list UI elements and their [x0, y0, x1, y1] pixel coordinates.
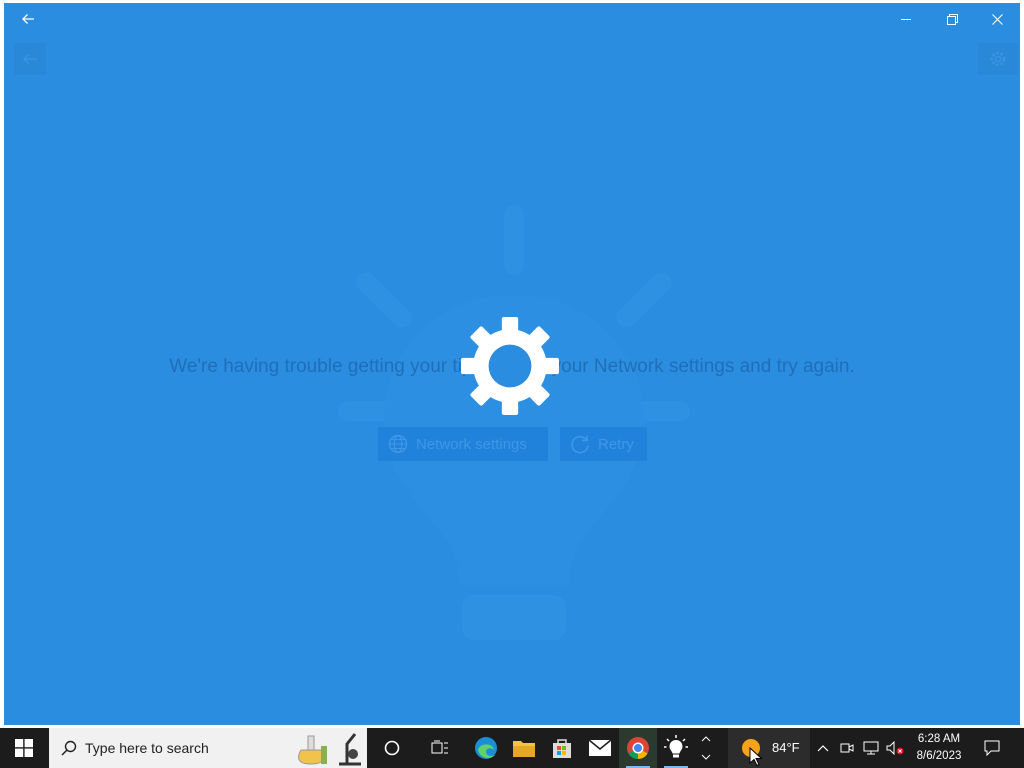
folder-icon	[513, 741, 535, 757]
taskbar: Type here to search 84°F 6:28 AM 8/6/202…	[0, 728, 1024, 768]
tips-app-window: We're having trouble getting your tips. …	[4, 3, 1020, 725]
restore-icon	[946, 13, 958, 25]
close-button[interactable]	[974, 3, 1020, 35]
lightbulb-icon	[664, 735, 688, 758]
meet-now-button[interactable]	[837, 728, 857, 768]
taskbar-chrome[interactable]	[619, 728, 657, 768]
weather-widget[interactable]: 84°F	[728, 728, 810, 768]
titlebar-back-button[interactable]	[6, 3, 50, 35]
titlebar	[4, 3, 1020, 35]
refresh-icon	[571, 435, 589, 454]
network-settings-label: Network settings	[416, 435, 527, 453]
clock-time: 6:28 AM	[917, 733, 961, 745]
network-settings-button[interactable]: Network settings	[378, 427, 548, 461]
app-content: We're having trouble getting your tips. …	[4, 35, 1020, 725]
chrome-icon	[627, 737, 649, 759]
retry-button[interactable]: Retry	[560, 427, 647, 461]
minimize-button[interactable]	[883, 3, 929, 35]
network-icon	[863, 741, 879, 755]
taskbar-mail[interactable]	[581, 728, 619, 768]
show-hidden-icons-button[interactable]	[813, 728, 833, 768]
nav-back-button[interactable]	[14, 43, 46, 75]
restore-button[interactable]	[929, 3, 975, 35]
chevron-down-icon	[701, 754, 711, 760]
volume-button[interactable]	[884, 728, 906, 768]
settings-icon	[990, 51, 1006, 67]
chevron-up-icon	[817, 745, 829, 752]
gear-icon	[461, 317, 559, 415]
minimize-icon	[901, 19, 911, 20]
mail-icon	[588, 739, 612, 756]
settings-button[interactable]	[978, 43, 1018, 75]
cortana-button[interactable]	[373, 728, 411, 768]
taskbar-file-explorer[interactable]	[505, 728, 543, 768]
close-icon	[991, 13, 1003, 25]
volume-muted-icon	[886, 741, 904, 755]
taskbar-edge[interactable]	[467, 728, 505, 768]
lightbulb-illustration	[338, 205, 690, 640]
taskbar-tips[interactable]	[657, 728, 695, 768]
action-center-button[interactable]	[978, 728, 1006, 768]
taskbar-scroll[interactable]	[697, 728, 715, 768]
notification-icon	[984, 740, 1000, 756]
retry-label: Retry	[598, 435, 634, 453]
taskbar-store[interactable]	[543, 728, 581, 768]
weather-temp: 84°F	[772, 740, 800, 755]
task-view-button[interactable]	[421, 728, 459, 768]
network-status-button[interactable]	[860, 728, 882, 768]
task-view-icon	[431, 740, 448, 754]
back-arrow-icon	[23, 54, 37, 64]
search-box[interactable]: Type here to search	[49, 728, 367, 768]
search-placeholder: Type here to search	[85, 740, 209, 756]
back-arrow-icon	[22, 14, 34, 24]
camera-icon	[840, 743, 854, 753]
chevron-up-icon	[701, 736, 711, 742]
clock[interactable]: 6:28 AM 8/6/2023	[904, 731, 974, 765]
mouse-cursor-icon	[749, 747, 763, 767]
store-icon	[553, 739, 571, 758]
cortana-icon	[384, 740, 400, 756]
start-button[interactable]	[0, 728, 48, 768]
search-icon	[61, 740, 77, 756]
edge-icon	[475, 737, 497, 759]
windows-logo-icon	[15, 739, 33, 757]
science-lab-icon	[298, 733, 361, 766]
globe-icon	[388, 434, 408, 454]
clock-date: 8/6/2023	[916, 750, 962, 762]
